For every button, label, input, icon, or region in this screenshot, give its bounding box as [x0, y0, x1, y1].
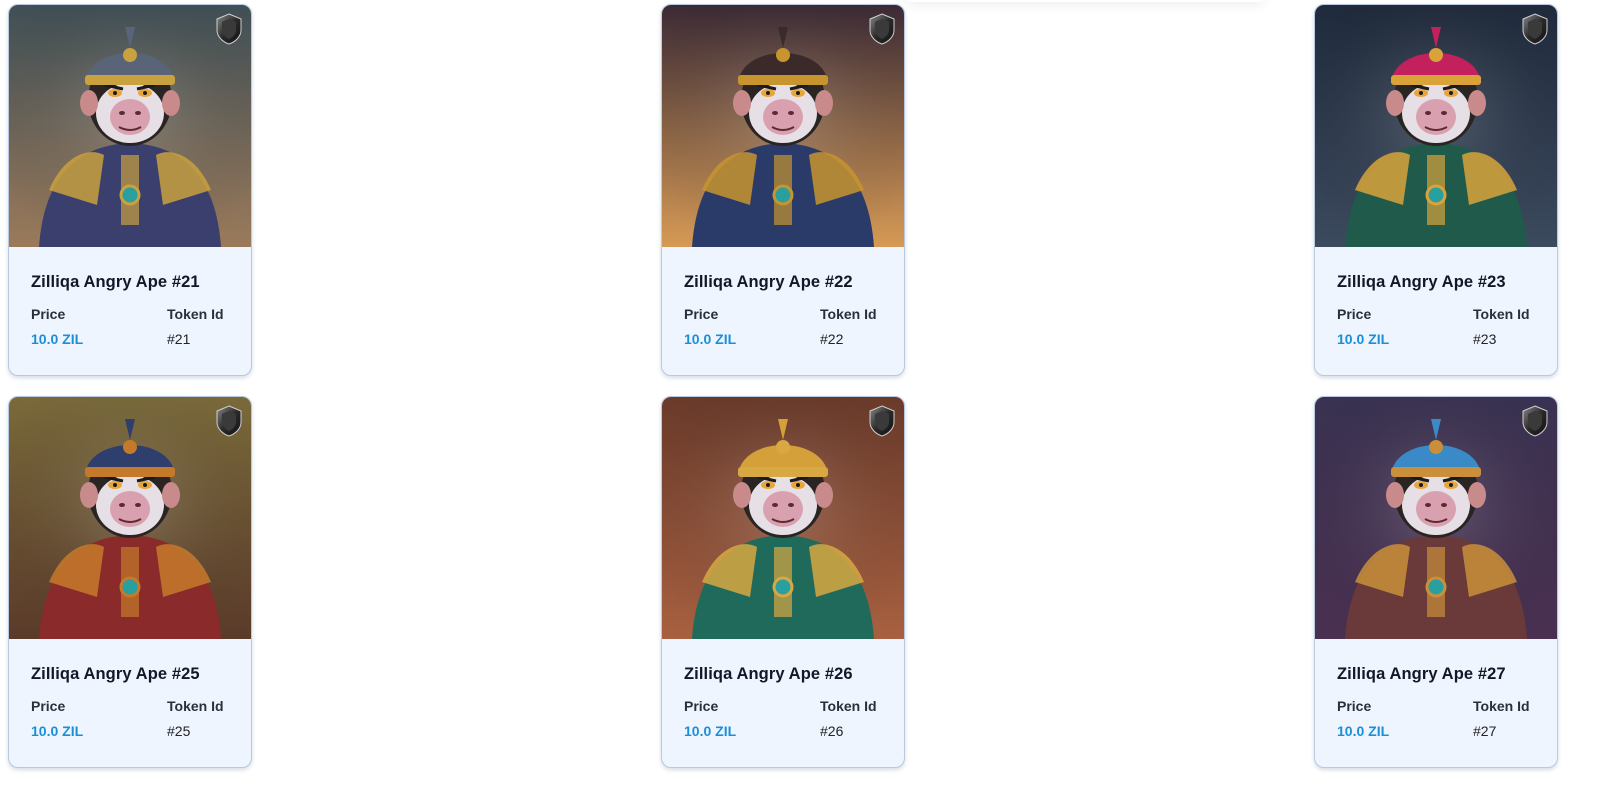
price-label: Price [1337, 698, 1372, 714]
nft-card[interactable]: Zilliqa Angry Ape #21 Price 10.0 ZIL Tok… [8, 4, 252, 376]
nft-image[interactable] [9, 397, 251, 639]
nft-card[interactable]: Zilliqa Angry Ape #26 Price 10.0 ZIL Tok… [661, 396, 905, 768]
shield-badge-icon [216, 405, 242, 437]
nft-card[interactable]: Zilliqa Angry Ape #22 Price 10.0 ZIL Tok… [661, 4, 905, 376]
nft-card-body: Zilliqa Angry Ape #22 Price 10.0 ZIL Tok… [662, 247, 904, 347]
token-id-label: Token Id [167, 698, 224, 714]
shield-badge-icon [869, 13, 895, 45]
nft-title: Zilliqa Angry Ape #26 [684, 665, 853, 683]
shield-badge-icon [216, 13, 242, 45]
token-id-value: #26 [820, 723, 844, 739]
nft-meta: Price 10.0 ZIL Token Id #27 [1337, 698, 1535, 739]
nft-card[interactable]: Zilliqa Angry Ape #27 Price 10.0 ZIL Tok… [1314, 396, 1558, 768]
token-id-label: Token Id [820, 306, 877, 322]
shield-badge-icon [1522, 13, 1548, 45]
nft-title: Zilliqa Angry Ape #21 [31, 273, 200, 291]
token-id-value: #27 [1473, 723, 1497, 739]
token-column: Token Id #21 [167, 306, 229, 347]
price-label: Price [684, 306, 719, 322]
nft-meta: Price 10.0 ZIL Token Id #22 [684, 306, 882, 347]
token-id-value: #22 [820, 331, 844, 347]
nft-card-body: Zilliqa Angry Ape #21 Price 10.0 ZIL Tok… [9, 247, 251, 347]
token-id-label: Token Id [820, 698, 877, 714]
price-value: 10.0 ZIL [684, 723, 737, 739]
price-value: 10.0 ZIL [1337, 331, 1390, 347]
shield-badge-icon [869, 405, 895, 437]
nft-image[interactable] [1315, 397, 1557, 639]
nft-grid-page: Zilliqa Angry Ape #21 Price 10.0 ZIL Tok… [0, 0, 1600, 794]
nft-card-body: Zilliqa Angry Ape #25 Price 10.0 ZIL Tok… [9, 639, 251, 739]
price-label: Price [1337, 306, 1372, 322]
nft-image[interactable] [1315, 5, 1557, 247]
price-value: 10.0 ZIL [31, 331, 84, 347]
nft-image[interactable] [9, 5, 251, 247]
nft-title: Zilliqa Angry Ape #23 [1337, 273, 1506, 291]
top-dropdown-shadow [905, 0, 1265, 2]
shield-badge-icon [1522, 405, 1548, 437]
price-label: Price [684, 698, 719, 714]
nft-title: Zilliqa Angry Ape #25 [31, 665, 200, 683]
nft-meta: Price 10.0 ZIL Token Id #25 [31, 698, 229, 739]
token-id-label: Token Id [1473, 698, 1530, 714]
price-value: 10.0 ZIL [1337, 723, 1390, 739]
token-column: Token Id #25 [167, 698, 229, 739]
price-column: Price 10.0 ZIL [684, 306, 736, 347]
token-id-label: Token Id [167, 306, 224, 322]
price-column: Price 10.0 ZIL [31, 698, 83, 739]
nft-meta: Price 10.0 ZIL Token Id #21 [31, 306, 229, 347]
price-value: 10.0 ZIL [684, 331, 737, 347]
token-id-value: #23 [1473, 331, 1497, 347]
nft-title: Zilliqa Angry Ape #22 [684, 273, 853, 291]
price-label: Price [31, 306, 66, 322]
price-column: Price 10.0 ZIL [1337, 698, 1389, 739]
nft-title: Zilliqa Angry Ape #27 [1337, 665, 1506, 683]
price-column: Price 10.0 ZIL [1337, 306, 1389, 347]
nft-image[interactable] [662, 397, 904, 639]
price-column: Price 10.0 ZIL [684, 698, 736, 739]
token-column: Token Id #27 [1473, 698, 1535, 739]
nft-card[interactable]: Zilliqa Angry Ape #25 Price 10.0 ZIL Tok… [8, 396, 252, 768]
price-value: 10.0 ZIL [31, 723, 84, 739]
price-label: Price [31, 698, 66, 714]
price-column: Price 10.0 ZIL [31, 306, 83, 347]
nft-card-body: Zilliqa Angry Ape #26 Price 10.0 ZIL Tok… [662, 639, 904, 739]
token-id-label: Token Id [1473, 306, 1530, 322]
nft-card-body: Zilliqa Angry Ape #23 Price 10.0 ZIL Tok… [1315, 247, 1557, 347]
nft-card[interactable]: Zilliqa Angry Ape #23 Price 10.0 ZIL Tok… [1314, 4, 1558, 376]
nft-meta: Price 10.0 ZIL Token Id #23 [1337, 306, 1535, 347]
token-column: Token Id #22 [820, 306, 882, 347]
token-column: Token Id #26 [820, 698, 882, 739]
token-column: Token Id #23 [1473, 306, 1535, 347]
token-id-value: #21 [167, 331, 191, 347]
nft-meta: Price 10.0 ZIL Token Id #26 [684, 698, 882, 739]
token-id-value: #25 [167, 723, 191, 739]
nft-card-body: Zilliqa Angry Ape #27 Price 10.0 ZIL Tok… [1315, 639, 1557, 739]
nft-image[interactable] [662, 5, 904, 247]
